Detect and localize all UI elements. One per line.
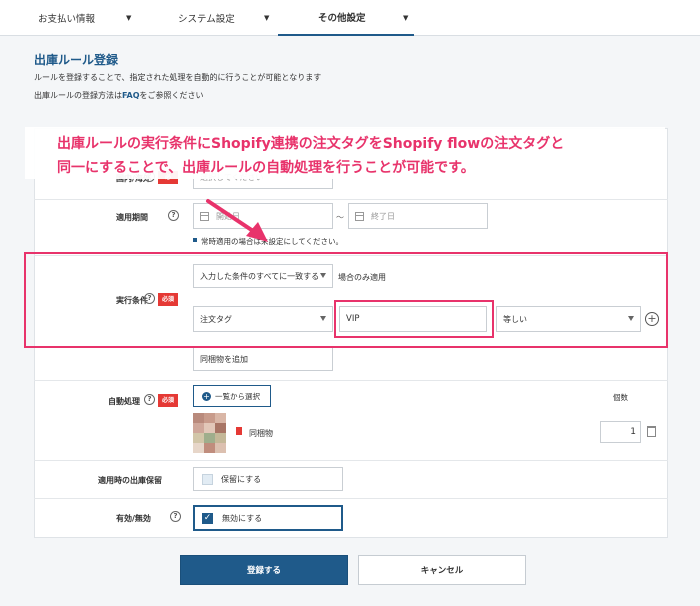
annotation-value-highlight	[334, 300, 494, 338]
